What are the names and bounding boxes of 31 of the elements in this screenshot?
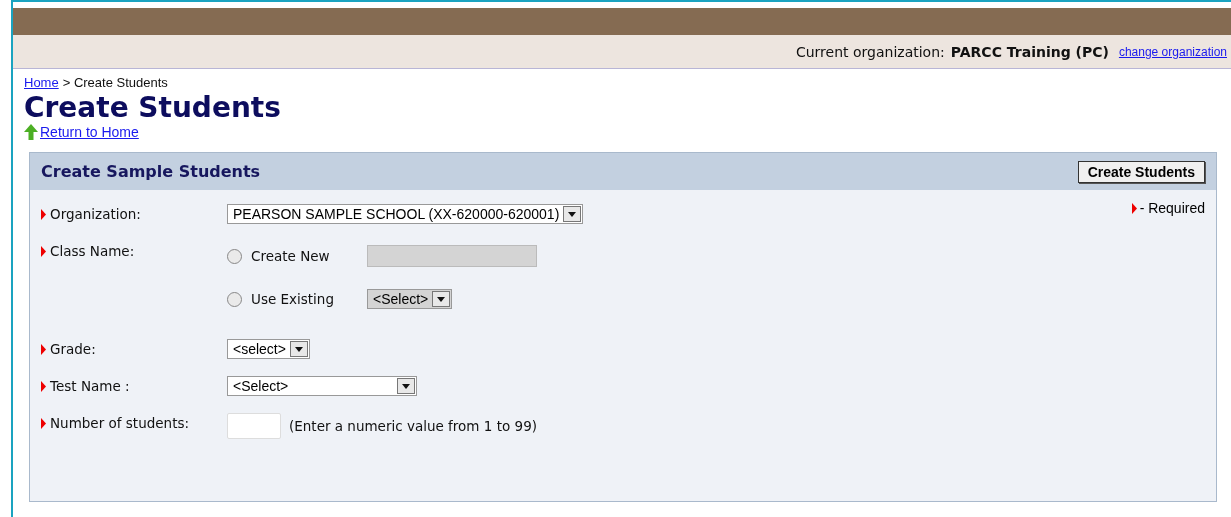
dropdown-field[interactable]: <Select> xyxy=(227,376,417,396)
dropdown-field[interactable]: PEARSON SAMPLE SCHOOL (XX-620000-620001) xyxy=(227,204,584,224)
field-label: Number of students: xyxy=(50,415,189,431)
up-arrow-icon xyxy=(24,124,38,140)
organization-label: Current organization: xyxy=(795,43,945,60)
page-title: Create Students xyxy=(24,92,282,124)
return-link[interactable]: Return to Home xyxy=(40,124,139,140)
field-label: Grade: xyxy=(50,341,96,357)
radio-label: Use Existing xyxy=(251,291,334,307)
radio-label: Create New xyxy=(251,248,330,264)
required-marker-icon xyxy=(1131,202,1137,214)
radio-button[interactable] xyxy=(227,248,242,264)
hint-text: (Enter a numeric value from 1 to 99) xyxy=(289,418,537,434)
required-note: - Required xyxy=(1139,200,1205,216)
field-label: Test Name : xyxy=(50,378,130,394)
required-marker-icon xyxy=(41,343,46,355)
required-marker-icon xyxy=(41,380,46,392)
breadcrumb-current: > Create Students xyxy=(62,75,168,90)
required-marker-icon xyxy=(41,245,46,257)
field-label: Organization: xyxy=(50,206,141,222)
change-organization-link[interactable]: change organization xyxy=(1118,44,1227,59)
radio-button[interactable] xyxy=(227,291,242,307)
panel-title: Create Sample Students xyxy=(41,162,261,181)
required-marker-icon xyxy=(41,417,46,429)
required-marker-icon xyxy=(41,208,46,220)
home-link[interactable]: Home xyxy=(24,75,59,90)
number-field[interactable] xyxy=(227,413,281,439)
field-label: Class Name: xyxy=(50,243,135,259)
create-students-button[interactable]: Create Students xyxy=(1077,160,1205,183)
dropdown-field[interactable]: <select> xyxy=(227,339,310,359)
organization-name: PARCC Training (PC) xyxy=(950,43,1109,60)
